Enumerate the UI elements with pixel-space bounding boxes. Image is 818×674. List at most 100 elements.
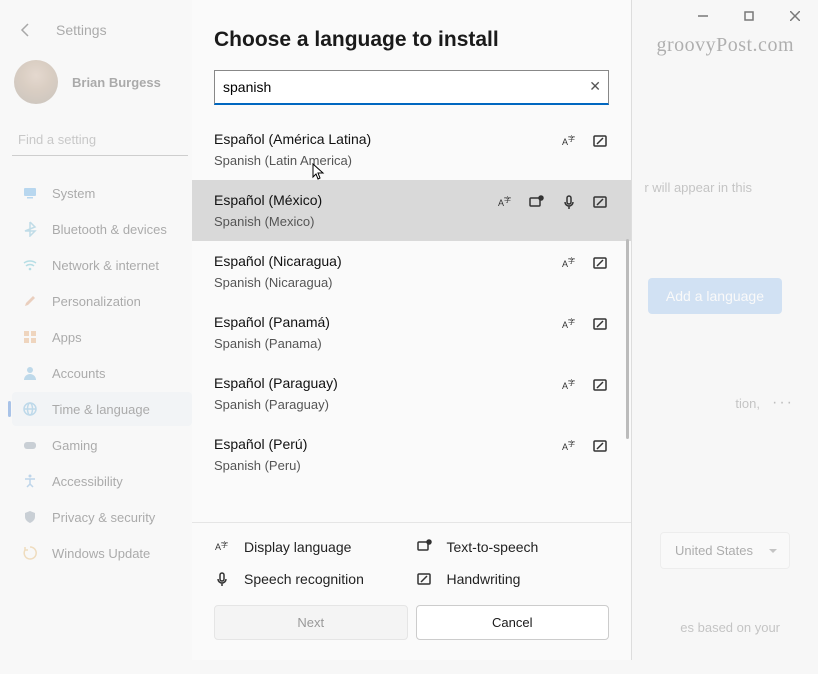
find-setting-input[interactable] bbox=[12, 124, 188, 156]
handwriting-icon bbox=[593, 377, 609, 393]
handwriting-icon bbox=[593, 255, 609, 271]
access-icon bbox=[22, 473, 38, 489]
language-english-name: Spanish (Paraguay) bbox=[214, 397, 338, 412]
avatar[interactable] bbox=[14, 60, 58, 104]
settings-sidebar: Settings Brian Burgess System Bluetooth &… bbox=[0, 0, 200, 674]
region-dropdown[interactable]: United States bbox=[660, 532, 790, 569]
svg-text:字: 字 bbox=[504, 195, 511, 204]
sidebar-item-accounts[interactable]: Accounts bbox=[12, 356, 192, 390]
language-english-name: Spanish (Mexico) bbox=[214, 214, 322, 229]
sidebar-item-windows-update[interactable]: Windows Update bbox=[12, 536, 192, 570]
language-english-name: Spanish (Latin America) bbox=[214, 153, 371, 168]
handwriting-icon bbox=[593, 438, 609, 454]
back-icon[interactable] bbox=[18, 22, 34, 38]
wifi-icon bbox=[22, 257, 38, 273]
sidebar-item-label: Apps bbox=[52, 330, 82, 345]
feature-legend: A字 Display language Text-to-speech Speech… bbox=[192, 522, 631, 597]
watermark-text: groovyPost.com bbox=[656, 34, 794, 57]
add-language-button[interactable]: Add a language bbox=[648, 278, 782, 314]
user-name: Brian Burgess bbox=[72, 75, 161, 90]
language-option[interactable]: Español (América Latina) Spanish (Latin A… bbox=[192, 119, 631, 180]
handwriting-icon bbox=[593, 316, 609, 332]
svg-text:字: 字 bbox=[568, 317, 575, 326]
language-search-input[interactable] bbox=[214, 70, 609, 105]
legend-label: Text-to-speech bbox=[447, 539, 539, 555]
language-native-name: Español (Perú) bbox=[214, 436, 307, 452]
language-option[interactable]: Español (México) Spanish (Mexico) A字 bbox=[192, 180, 631, 241]
svg-text:字: 字 bbox=[568, 256, 575, 265]
display-icon: A字 bbox=[561, 255, 577, 271]
sidebar-item-system[interactable]: System bbox=[12, 176, 192, 210]
language-option[interactable]: Español (Panamá)Spanish (Panama)A字 bbox=[192, 302, 631, 363]
sidebar-item-bluetooth-devices[interactable]: Bluetooth & devices bbox=[12, 212, 192, 246]
language-english-name: Spanish (Panama) bbox=[214, 336, 330, 351]
display-icon: A字 bbox=[561, 377, 577, 393]
svg-text:字: 字 bbox=[568, 378, 575, 387]
monitor-icon bbox=[22, 185, 38, 201]
handwriting-icon bbox=[417, 571, 433, 587]
legend-label: Speech recognition bbox=[244, 571, 364, 587]
handwriting-icon bbox=[593, 133, 609, 149]
language-option[interactable]: Español (Perú) Spanish (Peru) A字 bbox=[192, 424, 631, 485]
display-icon: A字 bbox=[561, 316, 577, 332]
minimize-button[interactable] bbox=[680, 0, 726, 32]
sidebar-item-label: Privacy & security bbox=[52, 510, 155, 525]
display-icon: A字 bbox=[561, 133, 577, 149]
language-option[interactable]: Español (Nicaragua) Spanish (Nicaragua) A字 bbox=[192, 241, 631, 302]
sidebar-item-apps[interactable]: Apps bbox=[12, 320, 192, 354]
sidebar-item-label: Windows Update bbox=[52, 546, 150, 561]
legend-label: Display language bbox=[244, 539, 351, 555]
tts-icon bbox=[417, 539, 433, 555]
tts-icon bbox=[529, 194, 545, 210]
sidebar-item-gaming[interactable]: Gaming bbox=[12, 428, 192, 462]
sidebar-item-accessibility[interactable]: Accessibility bbox=[12, 464, 192, 498]
sidebar-item-label: Time & language bbox=[52, 402, 150, 417]
globe-icon bbox=[22, 401, 38, 417]
svg-text:字: 字 bbox=[568, 134, 575, 143]
sidebar-item-label: Network & internet bbox=[52, 258, 159, 273]
display-language-icon: A字 bbox=[214, 539, 230, 555]
more-options-button[interactable]: ··· bbox=[772, 394, 794, 412]
person-icon bbox=[22, 365, 38, 381]
dialog-title: Choose a language to install bbox=[192, 0, 631, 70]
bluetooth-icon bbox=[22, 221, 38, 237]
sidebar-item-personalization[interactable]: Personalization bbox=[12, 284, 192, 318]
sidebar-item-label: Personalization bbox=[52, 294, 141, 309]
sidebar-item-label: System bbox=[52, 186, 95, 201]
handwriting-icon bbox=[593, 194, 609, 210]
gamepad-icon bbox=[22, 437, 38, 453]
clear-search-icon[interactable]: ✕ bbox=[589, 78, 601, 95]
shield-icon bbox=[22, 509, 38, 525]
display-icon: A字 bbox=[497, 194, 513, 210]
brush-icon bbox=[22, 293, 38, 309]
scrollbar-thumb[interactable] bbox=[626, 239, 629, 439]
settings-nav: System Bluetooth & devices Network & inter… bbox=[12, 176, 192, 570]
partial-text: es based on your bbox=[680, 620, 780, 635]
sidebar-item-label: Accounts bbox=[52, 366, 105, 381]
settings-title: Settings bbox=[56, 22, 107, 38]
sidebar-item-time-language[interactable]: Time & language bbox=[12, 392, 192, 426]
language-native-name: Español (México) bbox=[214, 192, 322, 208]
language-native-name: Español (Paraguay) bbox=[214, 375, 338, 391]
legend-label: Handwriting bbox=[447, 571, 521, 587]
sidebar-item-label: Gaming bbox=[52, 438, 98, 453]
language-english-name: Spanish (Peru) bbox=[214, 458, 307, 473]
sidebar-item-label: Accessibility bbox=[52, 474, 123, 489]
maximize-button[interactable] bbox=[726, 0, 772, 32]
grid-icon bbox=[22, 329, 38, 345]
svg-text:字: 字 bbox=[568, 439, 575, 448]
language-results[interactable]: Español (América Latina) Spanish (Latin A… bbox=[192, 119, 631, 522]
next-button: Next bbox=[214, 605, 408, 640]
language-native-name: Español (Nicaragua) bbox=[214, 253, 342, 269]
close-button[interactable] bbox=[772, 0, 818, 32]
cancel-button[interactable]: Cancel bbox=[416, 605, 610, 640]
sidebar-item-privacy-security[interactable]: Privacy & security bbox=[12, 500, 192, 534]
cursor-icon bbox=[312, 163, 326, 181]
language-english-name: Spanish (Nicaragua) bbox=[214, 275, 342, 290]
display-icon: A字 bbox=[561, 438, 577, 454]
speech-icon bbox=[561, 194, 577, 210]
sidebar-item-network-internet[interactable]: Network & internet bbox=[12, 248, 192, 282]
language-option[interactable]: Español (Paraguay) Spanish (Paraguay) A字 bbox=[192, 363, 631, 424]
language-native-name: Español (América Latina) bbox=[214, 131, 371, 147]
svg-text:字: 字 bbox=[221, 540, 228, 549]
